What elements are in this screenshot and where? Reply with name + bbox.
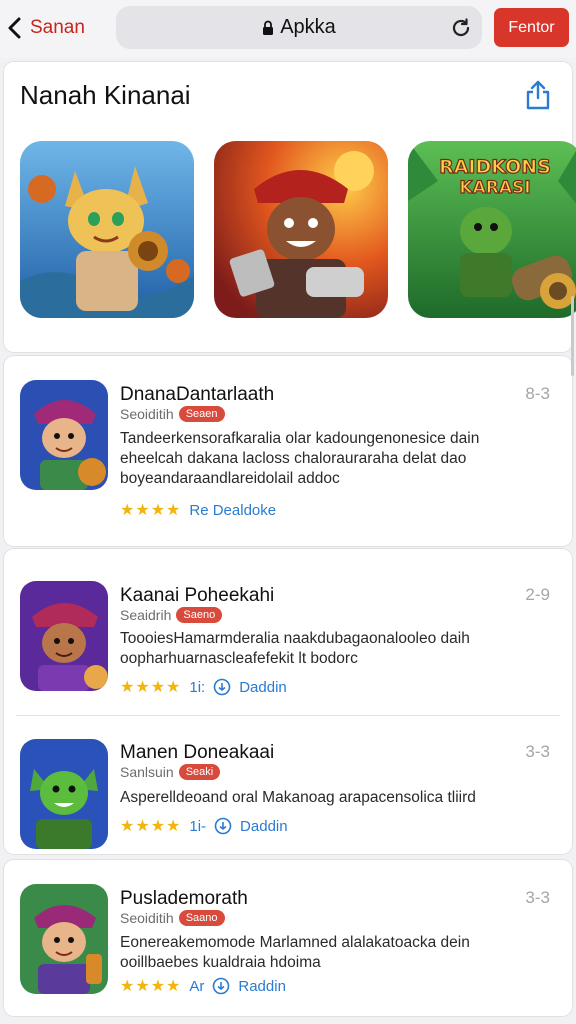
lock-icon <box>263 20 274 35</box>
download-ring-icon[interactable] <box>214 817 232 835</box>
featured-card: Nanah Kinanai RAIDKONS KARASI <box>4 62 576 352</box>
app-name: Manen Doneakaai <box>120 742 275 763</box>
adventurer-artwork <box>20 884 108 994</box>
app-icon[interactable] <box>20 739 108 849</box>
scrollbar[interactable] <box>571 296 574 376</box>
hat-bandit-artwork <box>20 581 108 691</box>
raidkons-artwork: RAIDKONS KARASI <box>408 141 576 318</box>
app-meta: Sanlsuin Seaki <box>120 764 221 780</box>
download-ring-icon[interactable] <box>212 977 230 995</box>
app-name: DnanaDantarlaath <box>120 384 275 405</box>
download-button[interactable]: Raddin <box>238 978 286 995</box>
featured-tile-raidkons[interactable]: RAIDKONS KARASI <box>408 141 576 318</box>
url-text: Apkka <box>280 16 336 38</box>
app-description: ToooiesHamarmderalia naakdubagaonalooleo… <box>120 630 470 667</box>
app-corner-value: 3-3 <box>525 742 550 761</box>
address-bar[interactable]: Apkka <box>116 6 482 49</box>
download-button[interactable]: Daddin <box>239 679 287 696</box>
back-button[interactable]: Sanan <box>6 12 85 44</box>
app-card-group: Kaanai Poheekahi Seaidrih Saeno 2-9 Tooo… <box>4 549 572 854</box>
app-rating-count: 1i: <box>189 678 206 696</box>
app-row: Kaanai Poheekahi Seaidrih Saeno 2-9 Tooo… <box>4 549 572 714</box>
star-icon: ★★★★ <box>120 818 182 835</box>
status-badge: Saano <box>178 910 225 926</box>
featured-tile-fox-warrior[interactable] <box>20 141 194 318</box>
app-footer: ★★★★ 1i- Daddin <box>120 816 288 836</box>
app-meta: Seaidrih Saeno <box>120 607 223 623</box>
app-meta: Seoiditih Seaen <box>120 406 225 422</box>
app-developer: Seaidrih <box>120 607 172 623</box>
app-developer: Seoiditih <box>120 406 174 422</box>
app-description: Eonereakemomode Marlamned alalakatoacka … <box>120 934 470 971</box>
download-button[interactable]: Daddin <box>240 818 288 835</box>
star-icon: ★★★★ <box>120 679 182 696</box>
featured-tiles: RAIDKONS KARASI <box>20 141 576 318</box>
back-label: Sanan <box>30 17 85 38</box>
app-name: Puslademorath <box>120 888 248 909</box>
download-ring-icon[interactable] <box>213 678 231 696</box>
star-icon: ★★★★ <box>120 978 182 995</box>
app-rating-count: 1i- <box>189 817 207 835</box>
app-corner-value: 2-9 <box>525 585 550 604</box>
app-developer: Seoiditih <box>120 910 174 926</box>
app-name: Kaanai Poheekahi <box>120 585 275 606</box>
share-icon[interactable] <box>524 80 552 110</box>
app-icon[interactable] <box>20 884 108 994</box>
app-card: Puslademorath Seoiditih Saano 3-3 Eonere… <box>4 860 572 1016</box>
app-developer: Sanlsuin <box>120 764 174 780</box>
fox-warrior-artwork <box>20 141 194 318</box>
status-badge: Seaen <box>178 406 225 422</box>
featured-tile-bandit[interactable] <box>214 141 388 318</box>
status-badge: Saeno <box>176 607 223 623</box>
app-footer: ★★★★ Re Dealdoke <box>120 500 276 520</box>
status-badge: Seaki <box>178 764 221 780</box>
primary-action-button[interactable]: Fentor <box>494 8 569 47</box>
pirate-boy-artwork <box>20 380 108 490</box>
app-footer: ★★★★ Ar Raddin <box>120 976 286 996</box>
top-navigation-bar: Sanan Apkka Fentor <box>0 0 576 58</box>
app-icon[interactable] <box>20 581 108 691</box>
bandit-artwork <box>214 141 388 318</box>
app-description: Tandeerkensorafkaralia olar kadoungenone… <box>120 430 480 487</box>
goblin-artwork <box>20 739 108 849</box>
app-rating-count: Ar <box>189 977 205 995</box>
app-corner-value: 8-3 <box>525 384 550 403</box>
featured-title: Nanah Kinanai <box>20 80 191 110</box>
app-footer: ★★★★ 1i: Daddin <box>120 677 287 697</box>
app-description: Asperelldeoand oral Makanoag arapacensol… <box>120 789 476 806</box>
app-meta: Seoiditih Saano <box>120 910 225 926</box>
reload-icon[interactable] <box>450 17 472 39</box>
svg-text:RAIDKONS: RAIDKONS <box>439 156 551 178</box>
app-row: Manen Doneakaai Sanlsuin Seaki 3-3 Asper… <box>4 715 572 854</box>
app-rating-label[interactable]: Re Dealdoke <box>189 502 276 519</box>
svg-text:KARASI: KARASI <box>459 178 530 198</box>
chevron-left-icon <box>8 17 21 39</box>
star-icon: ★★★★ <box>120 502 182 519</box>
app-icon[interactable] <box>20 380 108 490</box>
app-corner-value: 3-3 <box>525 888 550 907</box>
app-card: DnanaDantarlaath Seoiditih Seaen 8-3 Tan… <box>4 356 572 546</box>
